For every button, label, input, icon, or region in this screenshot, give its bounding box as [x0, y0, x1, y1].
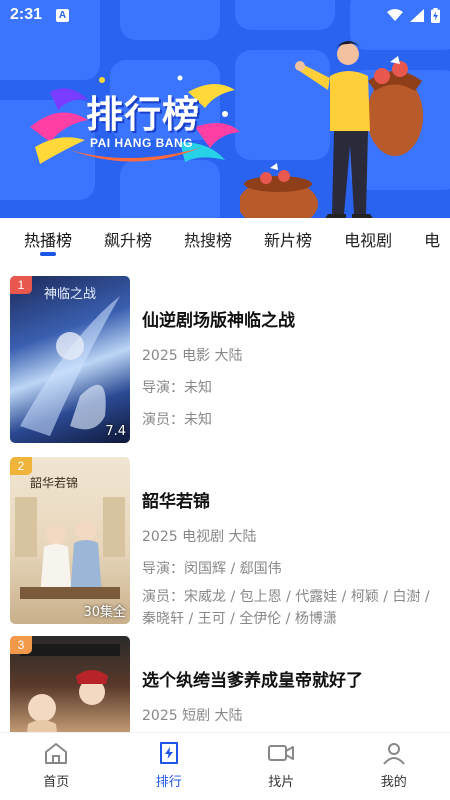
nav-home-label: 首页 — [43, 775, 70, 790]
poster-episodes: 30集全 — [83, 605, 126, 620]
battery-icon — [431, 7, 440, 23]
list-item[interactable]: 3 选个纨绔当爹养成皇帝就好了 2025 短剧 大陆 — [0, 622, 450, 732]
nav-ranking-label: 排行 — [155, 775, 182, 790]
person-with-bag-illustration — [240, 41, 423, 218]
item-title[interactable]: 仙逆剧场版神临之战 — [142, 306, 442, 331]
rank-badge: 2 — [10, 457, 32, 475]
tab-tv-series[interactable]: 电视剧 — [344, 218, 392, 260]
nav-profile[interactable]: 我的 — [338, 733, 450, 800]
item-meta: 2025 短剧 大陆 — [142, 708, 243, 724]
signal-icon — [387, 8, 403, 21]
item-director: 导演：闵国辉 / 郄国伟 — [142, 561, 282, 577]
profile-icon — [382, 743, 405, 765]
tab-more[interactable]: 电 — [424, 218, 440, 260]
ranking-tabs: 热播榜 飙升榜 热搜榜 新片榜 电视剧 电 — [0, 218, 450, 260]
nav-home[interactable]: 首页 — [0, 733, 113, 800]
banner-subtitle: PAI HANG BANG — [90, 136, 193, 150]
ranking-logo: 排行榜 PAI HANG BANG — [30, 72, 240, 172]
nav-find-movies[interactable]: 找片 — [225, 733, 338, 800]
bottom-navigation: 首页 排行 找片 我的 — [0, 732, 450, 800]
item-title[interactable]: 韶华若锦 — [142, 487, 442, 512]
tab-rising[interactable]: 飙升榜 — [104, 218, 152, 260]
home-icon — [45, 743, 68, 764]
rank-badge: 3 — [10, 636, 32, 654]
item-meta: 2025 电影 大陆 — [142, 348, 243, 364]
tab-hot-search[interactable]: 热搜榜 — [184, 218, 232, 260]
status-time: 2:31 — [10, 6, 43, 23]
poster-image[interactable]: 神临之战 1 7.4 — [10, 276, 130, 443]
video-camera-icon — [268, 745, 295, 761]
nav-profile-label: 我的 — [380, 775, 407, 790]
ranking-icon — [159, 742, 178, 764]
tab-new-release[interactable]: 新片榜 — [264, 218, 312, 260]
poster-score: 7.4 — [105, 424, 126, 439]
svg-text:韶华若锦: 韶华若锦 — [30, 475, 78, 490]
banner-title: 排行榜 — [86, 93, 200, 136]
poster-image[interactable]: 韶华若锦 2 30集全 — [10, 457, 130, 624]
ranking-banner: 2:31 A 排行榜 PAI HANG BANG — [0, 0, 450, 218]
svg-text:神临之战: 神临之战 — [44, 287, 96, 302]
nav-find-label: 找片 — [268, 775, 295, 790]
item-director: 导演：未知 — [142, 380, 212, 396]
ranking-list: 神临之战 1 7.4 仙逆剧场版神临之战 2025 电影 大陆 导演：未知 演员… — [0, 262, 450, 732]
poster-image[interactable]: 3 — [10, 636, 130, 732]
rank-badge: 1 — [10, 276, 32, 294]
list-item[interactable]: 神临之战 1 7.4 仙逆剧场版神临之战 2025 电影 大陆 导演：未知 演员… — [0, 262, 450, 443]
status-bar: 2:31 A — [0, 0, 450, 30]
cellular-icon — [410, 8, 424, 22]
notification-badge-icon: A — [56, 8, 70, 22]
item-meta: 2025 电视剧 大陆 — [142, 529, 257, 545]
tab-hot-play[interactable]: 热播榜 — [24, 218, 72, 260]
item-cast: 演员：未知 — [142, 412, 212, 428]
list-item[interactable]: 韶华若锦 2 30集全 韶华若锦 2025 电视剧 大陆 导演：闵国辉 / 郄国… — [0, 443, 450, 627]
nav-ranking[interactable]: 排行 — [113, 733, 226, 800]
item-title[interactable]: 选个纨绔当爹养成皇帝就好了 — [142, 666, 442, 691]
